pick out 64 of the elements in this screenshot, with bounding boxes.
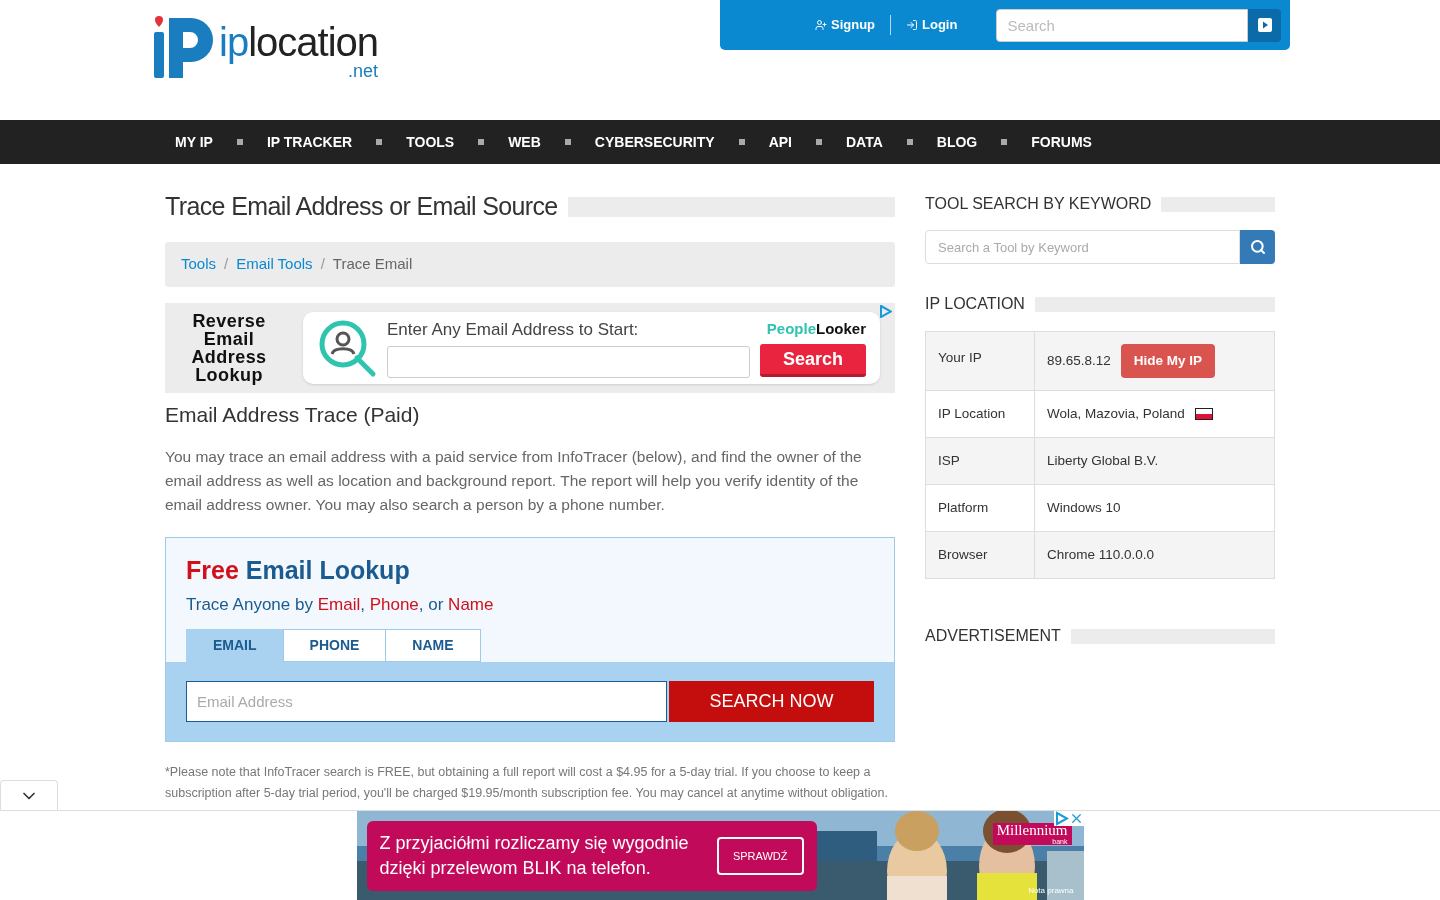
separator-icon <box>738 139 745 145</box>
section-title: TOOL SEARCH BY KEYWORD <box>925 194 1152 214</box>
login-icon <box>906 19 919 31</box>
nav-link[interactable]: BLOG <box>936 131 978 153</box>
tool-search-field[interactable]: Search a Tool by Keyword <box>925 230 1240 264</box>
nav-link[interactable]: CYBERSECURITY <box>594 131 715 153</box>
nav-link[interactable]: MY IP <box>175 131 213 153</box>
description-text: You may trace an email address with a paid service from InfoTracer (below), and find the owner of the email address as well as location and background report. The report will help you verify identity of the email address owner. You may also search a person by a phone number. <box>165 447 863 515</box>
table-cell-text: 89.65.8.12 <box>1047 351 1111 370</box>
email-field[interactable]: Email Address <box>186 681 667 722</box>
lookup-title: Free Email Lookup <box>186 555 411 586</box>
lookup-tab[interactable]: PHONE <box>282 629 387 662</box>
breadcrumb-separator: / <box>224 253 229 274</box>
separator-icon <box>376 139 383 145</box>
lookup-tab[interactable]: EMAIL <box>186 629 284 662</box>
ad-message: Z przyjaciółmi rozliczamy się wygodnie dzięki przelewom BLIK na telefon. <box>379 832 690 880</box>
ad-input[interactable] <box>387 346 750 379</box>
logo-icon <box>153 14 215 80</box>
table-cell: Browser <box>926 532 1035 578</box>
table-cell-text: Windows 10 <box>1047 498 1121 517</box>
nav-link[interactable]: DATA <box>845 131 883 153</box>
ad-search-button[interactable]: Search <box>760 344 866 378</box>
separator-icon <box>236 139 243 145</box>
logo-suffix: .net <box>348 62 378 80</box>
table-cell-text: Liberty Global B.V. <box>1047 451 1159 470</box>
lookup-tab[interactable]: NAME <box>385 629 481 662</box>
table-cell-text: Wola, Mazovia, Poland <box>1047 404 1185 423</box>
ad-brand: PeopleLooker <box>766 318 866 339</box>
user-plus-icon <box>815 19 827 31</box>
search-button[interactable] <box>1240 230 1275 264</box>
brand-name: Millennium <box>996 823 1068 838</box>
ad-choices-icon[interactable] <box>1053 811 1069 826</box>
ad-heading: Reverse Email Address Lookup <box>190 311 268 384</box>
page-title: Trace Email Address or Email Source <box>165 191 558 222</box>
check-button[interactable]: SPRAWDŹ <box>716 837 804 875</box>
separator-icon <box>1001 139 1008 145</box>
section-title: IP LOCATION <box>925 294 1025 314</box>
nav-link[interactable]: WEB <box>508 131 541 153</box>
table-cell-text: Chrome 110.0.0.0 <box>1047 545 1155 564</box>
section-title: Email Address Trace (Paid) <box>165 401 421 428</box>
breadcrumb-current: Trace Email <box>332 253 413 274</box>
ad-choices-icon[interactable] <box>879 304 892 318</box>
signup-link[interactable]: Signup <box>800 15 891 35</box>
nav-link[interactable]: FORUMS <box>1031 131 1092 153</box>
nav-link[interactable]: IP TRACKER <box>266 131 353 153</box>
separator-icon <box>906 139 913 145</box>
breadcrumb-separator: / <box>320 253 325 274</box>
search-button[interactable] <box>1248 8 1282 42</box>
logo-text: iplocation <box>219 22 378 62</box>
hide-ip-button[interactable]: Hide My IP <box>1120 344 1216 378</box>
ad-prompt: Enter Any Email Address to Start: <box>387 318 640 341</box>
disclaimer-text: *Please note that InfoTracer search is FREE, but obtaining a full report will cost a $4.95 for a 5-day trial. If you choose to keep a subscription after 5-day trial period, you'll be charged $19.95/month subscription fee. You may cancel at anytime without obligation. <box>165 764 889 802</box>
search-icon <box>1249 239 1266 255</box>
separator-icon <box>815 139 822 145</box>
nav-link[interactable]: API <box>768 131 792 153</box>
separator-icon <box>478 139 485 145</box>
section-title: ADVERTISEMENT <box>925 626 1061 646</box>
separator-icon <box>564 139 571 145</box>
search-field[interactable]: Search <box>996 8 1249 42</box>
search-now-button[interactable]: SEARCH NOW <box>669 681 874 722</box>
lookup-subtitle: Trace Anyone by Email, Phone, or Name <box>186 593 495 616</box>
play-icon <box>1257 18 1272 32</box>
login-link[interactable]: Login <box>890 15 973 35</box>
nav-link[interactable]: TOOLS <box>406 131 455 153</box>
